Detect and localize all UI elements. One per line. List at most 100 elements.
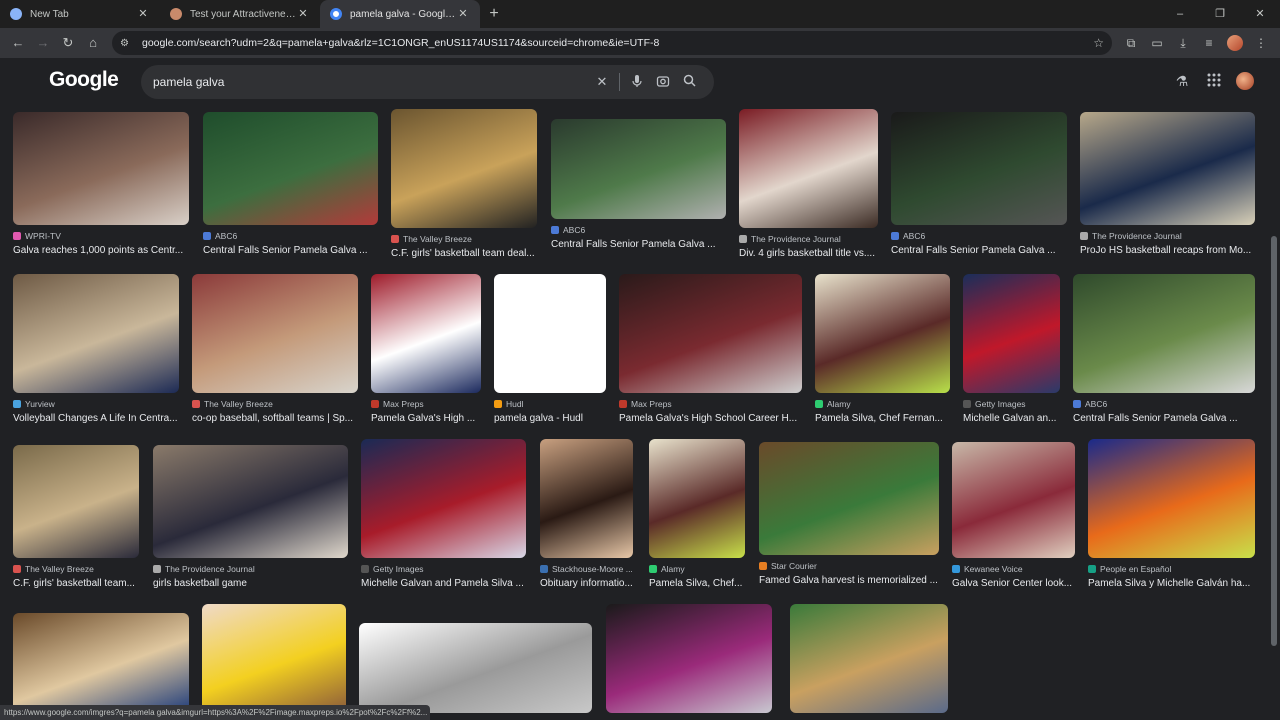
result-source[interactable]: ABC6 — [203, 231, 378, 241]
new-tab-button[interactable]: + — [480, 0, 508, 28]
address-bar[interactable]: ⚙ google.com/search?udm=2&q=pamela+galva… — [112, 31, 1112, 55]
result-caption[interactable]: co-op baseball, softball teams | Sp... — [192, 413, 358, 424]
search-input[interactable]: pamela galva — [153, 75, 589, 89]
result-caption[interactable]: Pamela Galva's High ... — [371, 413, 481, 424]
image-result[interactable]: The Providence Journal Div. 4 girls baske… — [739, 109, 878, 259]
result-caption[interactable]: C.F. girls' basketball team deal... — [391, 248, 537, 259]
result-caption[interactable]: Pamela Silva, Chef Fernan... — [815, 413, 950, 424]
result-thumbnail[interactable] — [649, 439, 745, 558]
labs-icon[interactable]: ⚗ — [1166, 73, 1198, 90]
image-result[interactable] — [790, 604, 948, 713]
result-source[interactable]: ABC6 — [1073, 399, 1255, 409]
result-caption[interactable]: ProJo HS basketball recaps from Mo... — [1080, 245, 1255, 256]
result-caption[interactable]: Pamela Silva y Michelle Galván ha... — [1088, 578, 1255, 589]
result-source[interactable]: ABC6 — [551, 225, 726, 235]
close-icon[interactable]: ✕ — [296, 7, 310, 21]
result-source[interactable]: The Providence Journal — [739, 234, 878, 244]
result-thumbnail[interactable] — [202, 604, 346, 713]
image-result[interactable]: WPRI-TV Galva reaches 1,000 points as Cen… — [13, 112, 189, 256]
result-thumbnail[interactable] — [192, 274, 358, 393]
result-caption[interactable]: C.F. girls' basketball team... — [13, 578, 139, 589]
result-thumbnail[interactable] — [13, 112, 189, 225]
result-caption[interactable]: Volleyball Changes A Life In Centra... — [13, 413, 179, 424]
result-source[interactable]: Kewanee Voice — [952, 564, 1075, 574]
minimize-button[interactable]: – — [1160, 0, 1200, 28]
image-result[interactable]: Alamy Pamela Silva, Chef... — [649, 439, 745, 589]
result-thumbnail[interactable] — [815, 274, 950, 393]
result-source[interactable]: The Valley Breeze — [13, 564, 139, 574]
result-source[interactable]: Star Courier — [759, 561, 939, 571]
result-thumbnail[interactable] — [1073, 274, 1255, 393]
image-result[interactable]: The Valley Breeze C.F. girls' basketball … — [391, 109, 537, 259]
result-thumbnail[interactable] — [540, 439, 633, 558]
result-thumbnail[interactable] — [361, 439, 526, 558]
site-info-icon[interactable]: ⚙ — [120, 38, 136, 49]
image-result[interactable] — [13, 613, 189, 713]
result-thumbnail[interactable] — [359, 623, 592, 713]
image-result[interactable]: Getty Images Michelle Galvan and Pamela S… — [361, 439, 526, 589]
image-result[interactable]: Stackhouse-Moore ... Obituary informatio.… — [540, 439, 633, 589]
page-scrollbar[interactable] — [1268, 58, 1280, 720]
result-thumbnail[interactable] — [13, 445, 139, 558]
image-result[interactable]: Max Preps Pamela Galva's High ... — [371, 274, 481, 424]
result-caption[interactable]: Famed Galva harvest is memorialized ... — [759, 575, 939, 586]
result-caption[interactable]: girls basketball game — [153, 578, 348, 589]
account-avatar[interactable] — [1234, 70, 1256, 92]
cast-icon[interactable]: ▭ — [1144, 31, 1170, 55]
result-source[interactable]: ABC6 — [891, 231, 1067, 241]
tab-new-tab[interactable]: New Tab ✕ — [0, 0, 160, 28]
result-thumbnail[interactable] — [790, 604, 948, 713]
result-thumbnail[interactable] — [606, 604, 772, 713]
result-thumbnail[interactable] — [952, 442, 1075, 558]
result-thumbnail[interactable] — [391, 109, 537, 228]
search-icon[interactable] — [676, 74, 702, 90]
result-thumbnail[interactable] — [371, 274, 481, 393]
image-result[interactable]: Star Courier Famed Galva harvest is memor… — [759, 442, 939, 586]
result-caption[interactable]: Galva reaches 1,000 points as Centr... — [13, 245, 189, 256]
image-result[interactable]: ABC6 Central Falls Senior Pamela Galva ..… — [1073, 274, 1255, 424]
apps-grid-icon[interactable] — [1198, 73, 1230, 90]
result-thumbnail[interactable] — [1088, 439, 1255, 558]
image-result[interactable]: The Providence Journal ProJo HS basketbal… — [1080, 112, 1255, 256]
result-caption[interactable]: Pamela Silva, Chef... — [649, 578, 745, 589]
profile-avatar[interactable] — [1227, 35, 1243, 51]
close-window-button[interactable]: ✕ — [1240, 0, 1280, 28]
image-result[interactable] — [202, 604, 346, 713]
image-result[interactable]: The Providence Journal girls basketball g… — [153, 445, 348, 589]
result-thumbnail[interactable] — [759, 442, 939, 555]
image-result[interactable]: Max Preps Pamela Galva's High School Care… — [619, 274, 802, 424]
result-thumbnail[interactable] — [551, 119, 726, 219]
result-thumbnail[interactable] — [963, 274, 1060, 393]
result-caption[interactable]: Central Falls Senior Pamela Galva ... — [1073, 413, 1255, 424]
camera-lens-icon[interactable] — [650, 74, 676, 91]
scrollbar-thumb[interactable] — [1271, 236, 1277, 646]
result-source[interactable]: The Valley Breeze — [192, 399, 358, 409]
forward-button[interactable]: → — [31, 31, 55, 55]
image-result[interactable]: The Valley Breeze C.F. girls' basketball … — [13, 445, 139, 589]
result-caption[interactable]: pamela galva - Hudl — [494, 413, 606, 424]
image-result[interactable] — [606, 604, 772, 713]
search-box[interactable]: pamela galva ✕ — [141, 65, 714, 99]
result-source[interactable]: WPRI-TV — [13, 231, 189, 241]
result-thumbnail[interactable] — [13, 274, 179, 393]
image-result[interactable]: Yurview Volleyball Changes A Life In Cent… — [13, 274, 179, 424]
result-thumbnail[interactable] — [619, 274, 802, 393]
result-source[interactable]: People en Español — [1088, 564, 1255, 574]
result-caption[interactable]: Central Falls Senior Pamela Galva ... — [891, 245, 1067, 256]
result-caption[interactable]: Central Falls Senior Pamela Galva ... — [551, 239, 726, 250]
result-source[interactable]: Getty Images — [361, 564, 526, 574]
image-result[interactable]: Getty Images Michelle Galvan an... — [963, 274, 1060, 424]
image-result[interactable]: Kewanee Voice Galva Senior Center look... — [952, 442, 1075, 589]
extensions-icon[interactable]: ⧉ — [1118, 31, 1144, 55]
result-source[interactable]: Yurview — [13, 399, 179, 409]
reading-list-icon[interactable]: ≡ — [1196, 31, 1222, 55]
image-result[interactable]: ABC6 Central Falls Senior Pamela Galva ..… — [203, 112, 378, 256]
back-button[interactable]: ← — [6, 31, 30, 55]
result-source[interactable]: The Providence Journal — [1080, 231, 1255, 241]
result-source[interactable]: The Providence Journal — [153, 564, 348, 574]
google-logo[interactable]: Google — [49, 68, 119, 92]
result-thumbnail[interactable] — [1080, 112, 1255, 225]
tab-attractiveness[interactable]: Test your Attractiveness with AI ✕ — [160, 0, 320, 28]
result-thumbnail[interactable] — [13, 613, 189, 713]
result-thumbnail[interactable] — [739, 109, 878, 228]
